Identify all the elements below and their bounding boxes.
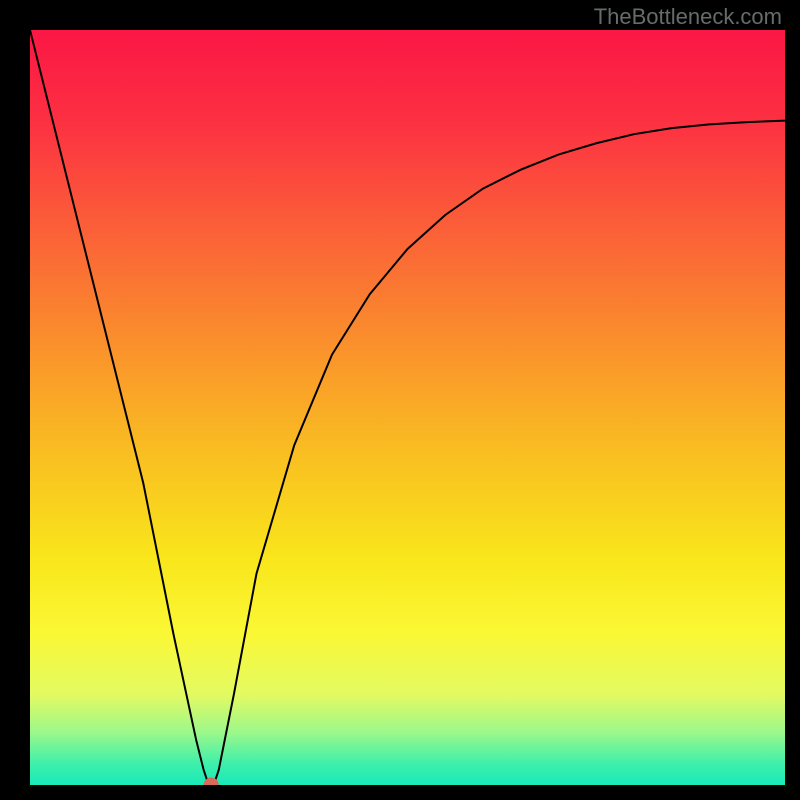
watermark-text: TheBottleneck.com — [594, 4, 782, 30]
chart-svg — [30, 30, 785, 785]
chart-plot-area — [30, 30, 785, 785]
chart-background — [30, 30, 785, 785]
